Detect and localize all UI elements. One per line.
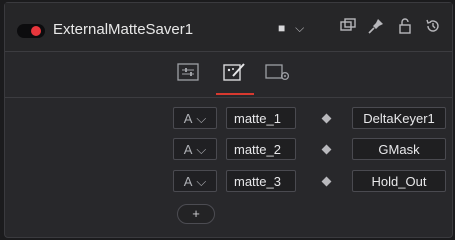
source-node-field[interactable]: Hold_Out — [352, 170, 446, 192]
mode-label: A — [183, 142, 193, 157]
chevron-down-icon: ⌵ — [196, 142, 207, 157]
keyframe-diamond-icon[interactable] — [321, 176, 332, 187]
lock-icon[interactable] — [397, 17, 413, 38]
matte-name-field[interactable]: matte_3 — [226, 170, 296, 192]
mode-dropdown[interactable]: A ⌵ — [173, 170, 217, 192]
chevron-down-icon: ⌵ — [196, 111, 207, 126]
source-node-field[interactable]: DeltaKeyer1 — [352, 107, 446, 129]
chevron-down-icon: ⌵ — [295, 21, 305, 35]
mode-dropdown[interactable]: A ⌵ — [173, 107, 217, 129]
edit-wand-icon — [223, 63, 245, 81]
matte-row: A ⌵ matte_1 DeltaKeyer1 — [5, 107, 452, 133]
matte-row: A ⌵ matte_3 Hold_Out — [5, 170, 452, 196]
pip-icon[interactable] — [339, 17, 357, 38]
tab-settings-gear[interactable] — [264, 61, 290, 83]
matte-name-field[interactable]: matte_2 — [226, 138, 296, 160]
keyframe-diamond-icon[interactable] — [321, 113, 332, 124]
tool-title: ExternalMatteSaver1 — [53, 21, 194, 38]
chevron-down-icon: ⌵ — [196, 174, 207, 189]
pin-icon[interactable] — [367, 17, 385, 38]
mode-label: A — [183, 111, 193, 126]
enable-toggle[interactable] — [17, 24, 45, 38]
source-node-field[interactable]: GMask — [352, 138, 446, 160]
record-dot-icon — [31, 26, 41, 36]
sliders-icon — [177, 63, 199, 81]
version-dropdown[interactable]: ■ ⌵ — [278, 19, 304, 36]
tab-controls[interactable] — [175, 61, 201, 83]
add-matte-button[interactable]: + — [177, 204, 215, 224]
mode-dropdown[interactable]: A ⌵ — [173, 138, 217, 160]
square-icon: ■ — [278, 21, 286, 35]
matte-name-field[interactable]: matte_1 — [226, 107, 296, 129]
inspector-panel: ExternalMatteSaver1 ■ ⌵ A ⌵ matte_1 Delt… — [4, 2, 453, 238]
matte-row: A ⌵ matte_2 GMask — [5, 138, 452, 164]
settings-icon — [265, 64, 290, 81]
tool-header: ExternalMatteSaver1 ■ ⌵ — [5, 3, 452, 52]
mode-label: A — [183, 174, 193, 189]
reset-icon[interactable] — [424, 17, 442, 38]
keyframe-diamond-icon[interactable] — [321, 144, 332, 155]
inspector-tabs — [5, 53, 452, 98]
tab-settings[interactable] — [216, 61, 254, 95]
